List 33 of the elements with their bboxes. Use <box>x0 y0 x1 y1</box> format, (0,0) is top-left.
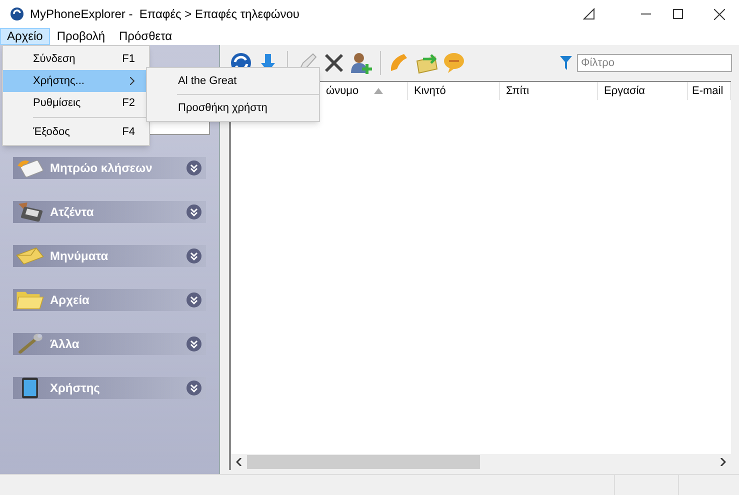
expand-chevron-icon <box>186 160 202 176</box>
expand-chevron-icon <box>186 380 202 396</box>
filter-field[interactable]: Φίλτρο <box>577 54 732 72</box>
app-logo-icon <box>10 7 24 21</box>
filter-icon <box>560 56 572 70</box>
column-header[interactable]: Εργασία <box>598 82 688 100</box>
menu-entry[interactable]: Ρυθμίσεις F2 <box>3 92 149 121</box>
sort-ascending-icon <box>374 88 383 94</box>
maximize-icon[interactable] <box>673 9 683 19</box>
scrollbar-thumb[interactable] <box>247 455 480 469</box>
menu-item[interactable]: Αρχείο <box>0 28 50 45</box>
menu-item[interactable]: Πρόσθετα <box>112 28 180 45</box>
menu-entry[interactable]: Χρήστης... <box>3 70 149 92</box>
column-header[interactable]: ώνυμο <box>324 82 408 100</box>
column-header[interactable]: E-mail <box>688 82 731 100</box>
delete-icon[interactable] <box>322 51 346 75</box>
menu-entry[interactable]: Προσθήκη χρήστη <box>147 97 319 119</box>
window-title: MyPhoneExplorer - Επαφές > Επαφές τηλεφώνου <box>30 6 300 23</box>
envelope-icon <box>15 245 45 267</box>
phone-book-icon <box>15 157 45 179</box>
expand-chevron-icon <box>186 292 202 308</box>
menu-entry[interactable]: Σύνδεση F1 <box>3 48 149 70</box>
add-contact-icon[interactable] <box>349 51 373 75</box>
column-header[interactable]: Σπίτι <box>500 82 598 100</box>
column-header[interactable]: Κινητό <box>408 82 500 100</box>
menu-entry[interactable]: Al the Great <box>147 70 319 92</box>
folder-icon <box>15 289 45 311</box>
close-icon[interactable] <box>714 8 724 20</box>
expand-chevron-icon <box>186 248 202 264</box>
menu-item[interactable]: Προβολή <box>50 28 112 45</box>
expand-chevron-icon <box>186 336 202 352</box>
menu-entry[interactable]: Έξοδος F4 <box>3 121 149 143</box>
expand-chevron-icon <box>186 204 202 220</box>
